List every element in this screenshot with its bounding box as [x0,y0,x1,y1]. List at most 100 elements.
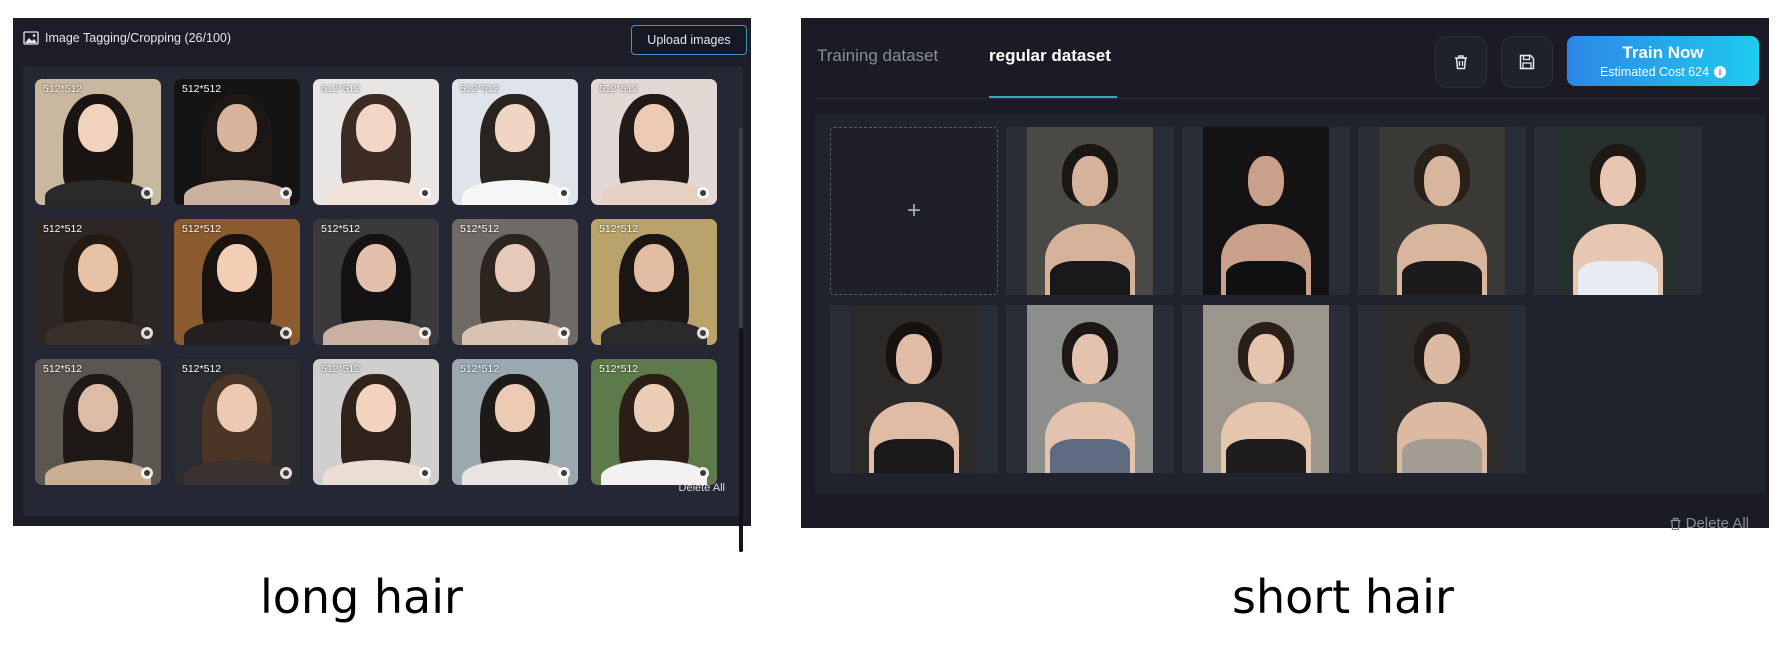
edit-tag-icon[interactable] [419,327,431,339]
edit-tag-icon[interactable] [697,187,709,199]
thumbnail-face [77,384,119,433]
save-button[interactable] [1501,36,1553,88]
save-icon [1519,54,1535,70]
upload-images-button[interactable]: Upload images [631,25,747,55]
train-now-button[interactable]: Train Now Estimated Cost 624 i [1567,36,1759,86]
edit-tag-icon[interactable] [280,467,292,479]
image-grid-container: 512*512 512*512 512*512 512*512 512*512 512*5… [23,66,743,552]
dataset-image[interactable] [1182,305,1350,473]
delete-all-label: Delete All [1685,515,1749,532]
divider [815,98,1761,99]
image-thumbnail[interactable]: 512*512 [452,219,578,345]
dataset-photo [1027,305,1153,473]
dataset-image[interactable] [1534,127,1702,295]
photo-face [1248,333,1284,384]
thumbnail-face [633,104,675,153]
edit-tag-icon[interactable] [141,187,153,199]
image-thumbnail[interactable]: 512*512 [174,359,300,485]
thumbnail-face [494,384,536,433]
photo-garment [873,439,955,473]
thumbnail-face [216,384,258,433]
photo-face [1248,155,1284,206]
image-thumbnail[interactable]: 512*512 [591,359,717,485]
image-thumbnail[interactable]: 512*512 [35,219,161,345]
thumbnail-face [216,104,258,153]
image-thumbnail[interactable]: 512*512 [313,219,439,345]
edit-tag-icon[interactable] [697,467,709,479]
photo-garment [1577,261,1659,295]
edit-tag-icon[interactable] [141,327,153,339]
photo-garment [1401,439,1483,473]
size-badge: 512*512 [182,83,222,95]
thumbnail-face [494,244,536,293]
caption-long-hair: long hair [260,570,463,624]
delete-button[interactable] [1435,36,1487,88]
photo-garment [1049,439,1131,473]
thumbnail-face [633,384,675,433]
size-badge: 512*512 [43,83,83,95]
photo-garment [1225,439,1307,473]
tab-regular-dataset[interactable]: regular dataset [989,46,1111,66]
photo-face [1600,155,1636,206]
edit-tag-icon[interactable] [419,187,431,199]
image-thumbnail[interactable]: 512*512 [591,219,717,345]
dataset-image[interactable] [1182,127,1350,295]
size-badge: 512*512 [460,223,500,235]
add-image-tile[interactable]: + [830,127,998,295]
image-thumbnail[interactable]: 512*512 [174,79,300,205]
image-thumbnail[interactable]: 512*512 [35,359,161,485]
dataset-image[interactable] [1358,305,1526,473]
image-grid: 512*512 512*512 512*512 512*512 512*512 512*5… [35,79,717,485]
scrollbar-thumb[interactable] [739,328,743,552]
delete-all-button[interactable]: Delete All [679,482,725,494]
image-thumbnail[interactable]: 512*512 [313,79,439,205]
thumbnail-face [216,244,258,293]
edit-tag-icon[interactable] [697,327,709,339]
thumbnail-face [77,104,119,153]
thumbnail-face [355,104,397,153]
size-badge: 512*512 [460,363,500,375]
photo-face [1424,333,1460,384]
dataset-image[interactable] [830,305,998,473]
dataset-image[interactable] [1006,305,1174,473]
caption-short-hair: short hair [1232,570,1454,624]
size-badge: 512*512 [43,363,83,375]
edit-tag-icon[interactable] [141,467,153,479]
photo-garment [1049,261,1131,295]
thumbnail-face [355,244,397,293]
image-thumbnail[interactable]: 512*512 [35,79,161,205]
delete-all-button[interactable]: Delete All [1669,515,1749,532]
image-thumbnail[interactable]: 512*512 [591,79,717,205]
dataset-image[interactable] [1006,127,1174,295]
size-badge: 512*512 [43,223,83,235]
image-tagging-panel: Image Tagging/Cropping (26/100) Upload i… [13,18,751,552]
panel-header: Image Tagging/Cropping (26/100) Upload i… [13,18,751,66]
image-thumbnail[interactable]: 512*512 [452,359,578,485]
train-now-label: Train Now [1622,43,1704,62]
image-thumbnail[interactable]: 512*512 [174,219,300,345]
size-badge: 512*512 [599,363,639,375]
thumbnail-face [633,244,675,293]
image-icon [23,31,39,45]
trash-icon [1455,55,1467,70]
size-badge: 512*512 [460,83,500,95]
edit-tag-icon[interactable] [280,327,292,339]
edit-tag-icon[interactable] [419,467,431,479]
dataset-image[interactable] [1358,127,1526,295]
panel-title: Image Tagging/Cropping (26/100) [23,31,231,45]
dataset-photo [1203,305,1329,473]
info-icon[interactable]: i [1714,66,1727,78]
scrollbar-track[interactable] [739,128,743,552]
size-badge: 512*512 [321,363,361,375]
photo-face [896,333,932,384]
dataset-photo [1027,127,1153,295]
edit-tag-icon[interactable] [558,327,570,339]
dataset-photo [1379,127,1505,295]
edit-tag-icon[interactable] [558,187,570,199]
edit-tag-icon[interactable] [558,467,570,479]
photo-face [1072,155,1108,206]
tab-training-dataset[interactable]: Training dataset [817,46,938,66]
image-thumbnail[interactable]: 512*512 [452,79,578,205]
edit-tag-icon[interactable] [280,187,292,199]
image-thumbnail[interactable]: 512*512 [313,359,439,485]
